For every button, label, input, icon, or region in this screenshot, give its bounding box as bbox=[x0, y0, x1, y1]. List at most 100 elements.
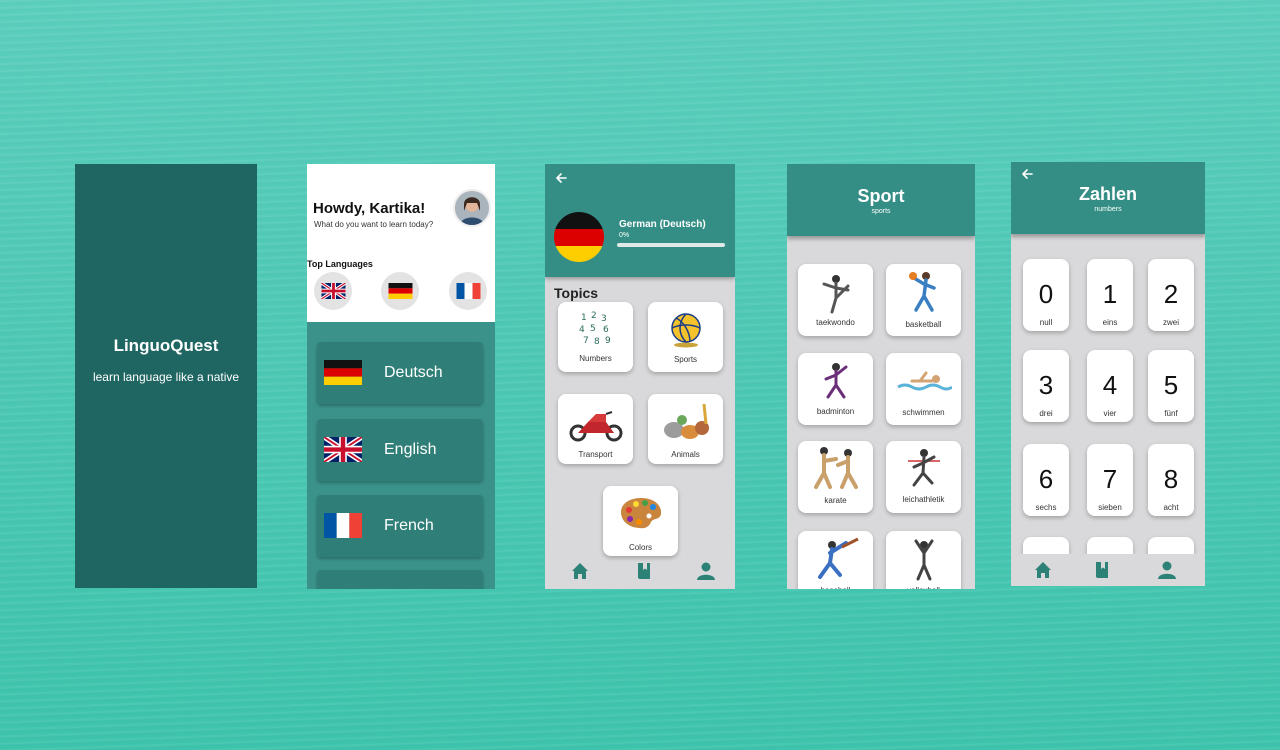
topic-card-sports[interactable]: Sports bbox=[648, 302, 723, 372]
number-card-8[interactable]: 8 acht bbox=[1148, 444, 1194, 516]
number-word: eins bbox=[1102, 318, 1118, 327]
language-label: English bbox=[384, 441, 437, 458]
sport-card-baseball[interactable]: baseball bbox=[798, 531, 873, 589]
home-screen: Howdy, Kartika! What do you want to lear… bbox=[307, 164, 495, 589]
number-card-1[interactable]: 1 eins bbox=[1087, 259, 1133, 331]
back-arrow-icon[interactable] bbox=[555, 172, 569, 184]
number-digit: 2 bbox=[1163, 279, 1179, 309]
app-title: LinguoQuest bbox=[113, 336, 219, 355]
number-card-3[interactable]: 3 drei bbox=[1023, 350, 1069, 422]
germany-flag-icon bbox=[388, 283, 413, 299]
language-button-deutsch[interactable]: Deutsch bbox=[317, 342, 483, 404]
avatar[interactable] bbox=[453, 189, 491, 227]
number-word: fünf bbox=[1164, 409, 1178, 418]
language-button-more[interactable] bbox=[317, 570, 483, 589]
language-button-english[interactable]: English bbox=[317, 419, 483, 481]
sport-screen: Sport sports taekwondo basketball badmin… bbox=[787, 164, 975, 589]
sport-card-badminton[interactable]: badminton bbox=[798, 353, 873, 425]
sport-card-basketball[interactable]: basketball bbox=[886, 264, 961, 336]
palette-icon bbox=[621, 498, 662, 529]
number-digit: 3 bbox=[1038, 370, 1054, 400]
svg-text:2: 2 bbox=[591, 311, 597, 321]
top-language-germany[interactable] bbox=[381, 272, 419, 310]
france-flag-icon bbox=[324, 513, 362, 538]
sport-header: Sport sports bbox=[787, 164, 975, 236]
number-digit: 7 bbox=[1102, 464, 1118, 494]
book-icon[interactable] bbox=[1092, 560, 1112, 580]
topic-card-numbers[interactable]: 123 456 789 Numbers bbox=[558, 302, 633, 372]
basketball-icon bbox=[909, 272, 936, 312]
sport-card-volleyball[interactable]: volleyball bbox=[886, 531, 961, 589]
sport-card-karate[interactable]: karate bbox=[798, 441, 873, 513]
home-icon[interactable] bbox=[1033, 560, 1053, 580]
number-card-5[interactable]: 5 fünf bbox=[1148, 350, 1194, 422]
topic-card-animals[interactable]: Animals bbox=[648, 394, 723, 464]
sport-card-leichathletik[interactable]: leichathletik bbox=[886, 441, 961, 513]
svg-text:8: 8 bbox=[594, 337, 600, 347]
page-title: Zahlen bbox=[1078, 184, 1137, 204]
number-word: sechs bbox=[1035, 503, 1057, 512]
number-digit: 6 bbox=[1038, 464, 1054, 494]
topic-label: Sports bbox=[673, 355, 698, 364]
book-icon[interactable] bbox=[634, 561, 654, 581]
topic-card-colors[interactable]: Colors bbox=[603, 486, 678, 556]
swimming-icon bbox=[897, 371, 952, 391]
badminton-icon bbox=[824, 363, 848, 399]
topic-card-transport[interactable]: Transport bbox=[558, 394, 633, 464]
course-language: German (Deutsch) bbox=[619, 219, 706, 230]
language-label: French bbox=[384, 517, 434, 534]
sport-card-schwimmen[interactable]: schwimmen bbox=[886, 353, 961, 425]
profile-icon[interactable] bbox=[1157, 560, 1177, 580]
athletics-icon bbox=[908, 449, 940, 487]
number-word: acht bbox=[1163, 503, 1179, 512]
home-icon[interactable] bbox=[570, 561, 590, 581]
france-flag-icon bbox=[456, 283, 481, 299]
home-header: Howdy, Kartika! What do you want to lear… bbox=[307, 164, 495, 322]
number-card-6[interactable]: 6 sechs bbox=[1023, 444, 1069, 516]
number-word: zwei bbox=[1162, 318, 1179, 327]
number-card-7[interactable]: 7 sieben bbox=[1087, 444, 1133, 516]
page-title: Sport bbox=[857, 186, 905, 206]
volleyball-icon bbox=[671, 313, 701, 348]
karate-icon bbox=[814, 447, 858, 489]
sport-label: schwimmen bbox=[902, 408, 945, 417]
sport-label: basketball bbox=[905, 320, 942, 329]
course-header: German (Deutsch) 0% bbox=[545, 164, 735, 277]
greeting: Howdy, Kartika! bbox=[313, 200, 426, 217]
profile-icon[interactable] bbox=[696, 561, 716, 581]
language-button-french[interactable]: French bbox=[317, 495, 483, 557]
bottom-nav bbox=[545, 557, 735, 589]
page-subtitle: numbers bbox=[1094, 206, 1122, 213]
germany-flag-icon bbox=[324, 360, 362, 385]
taekwondo-icon bbox=[822, 275, 850, 314]
number-digit: 5 bbox=[1163, 370, 1179, 400]
topic-label: Colors bbox=[628, 543, 653, 552]
progress-bar bbox=[617, 243, 725, 247]
number-word: drei bbox=[1039, 409, 1053, 418]
topic-label: Numbers bbox=[579, 354, 612, 363]
sport-label: taekwondo bbox=[816, 318, 855, 327]
number-word: sieben bbox=[1098, 503, 1122, 512]
number-word: vier bbox=[1103, 409, 1117, 418]
svg-text:9: 9 bbox=[605, 336, 611, 346]
top-languages-label: Top Languages bbox=[307, 259, 373, 269]
sport-label: leichathletik bbox=[902, 495, 945, 504]
top-language-france[interactable] bbox=[449, 272, 487, 310]
number-card-0[interactable]: 0 null bbox=[1023, 259, 1069, 331]
number-card-4[interactable]: 4 vier bbox=[1087, 350, 1133, 422]
svg-text:5: 5 bbox=[590, 324, 596, 334]
sport-label: baseball bbox=[798, 586, 873, 589]
motorbike-icon bbox=[569, 411, 623, 442]
uk-flag-icon bbox=[324, 437, 362, 462]
number-card-2[interactable]: 2 zwei bbox=[1148, 259, 1194, 331]
greeting-question: What do you want to learn today? bbox=[314, 220, 434, 229]
page-subtitle: sports bbox=[871, 208, 891, 215]
back-arrow-icon[interactable] bbox=[1021, 168, 1035, 180]
topic-label: Animals bbox=[671, 450, 700, 459]
svg-text:7: 7 bbox=[583, 336, 589, 346]
language-label: Deutsch bbox=[384, 364, 443, 381]
numbers-icon: 123 456 789 bbox=[579, 311, 611, 347]
topic-label: Transport bbox=[578, 450, 613, 459]
top-language-uk[interactable] bbox=[314, 272, 352, 310]
sport-card-taekwondo[interactable]: taekwondo bbox=[798, 264, 873, 336]
